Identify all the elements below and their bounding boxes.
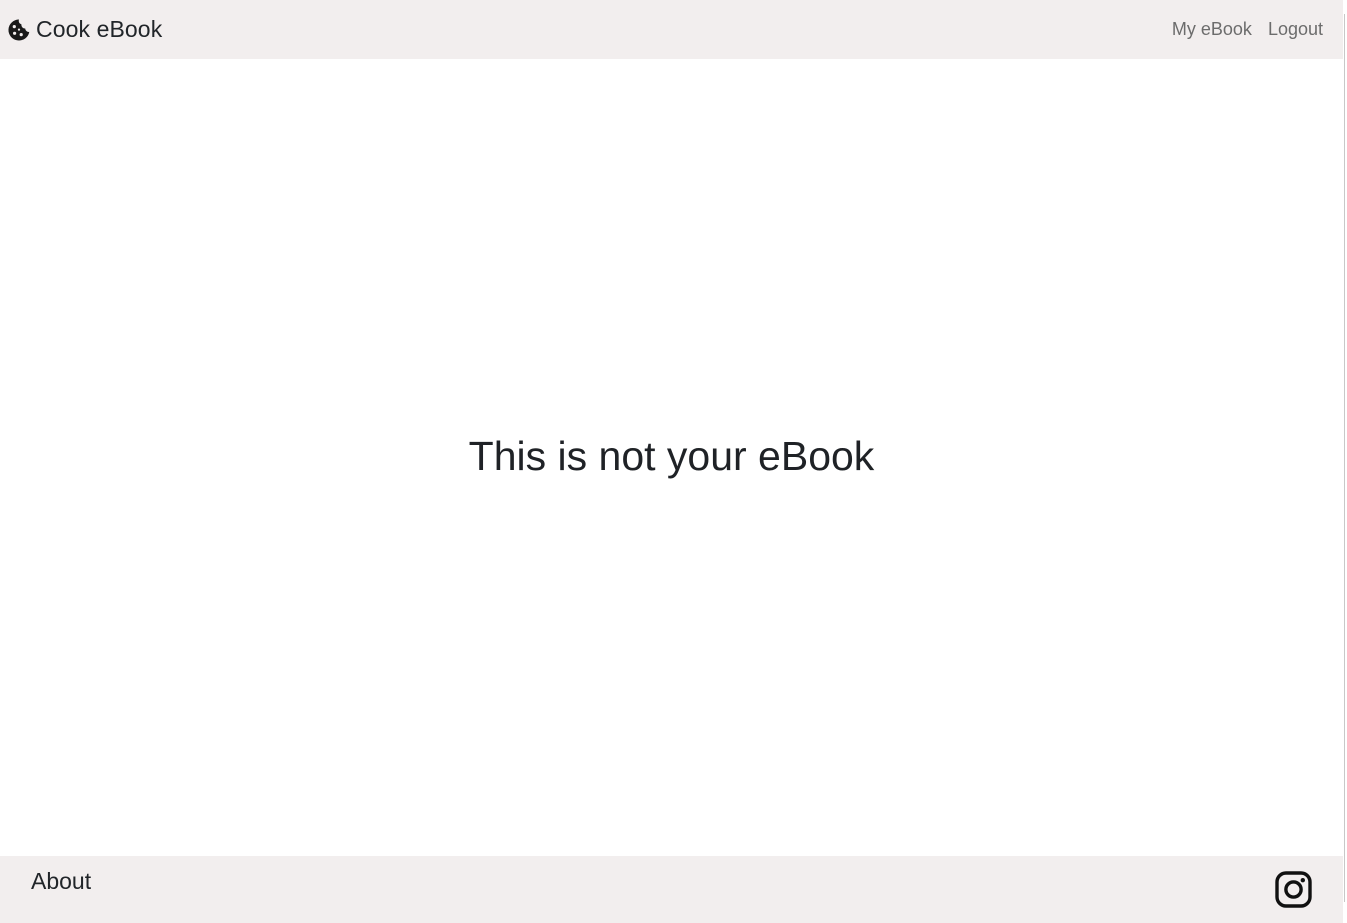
nav-links: My eBook Logout [1156, 19, 1323, 40]
cookie-icon [7, 18, 31, 42]
page: Cook eBook My eBook Logout This is not y… [0, 0, 1347, 923]
navbar: Cook eBook My eBook Logout [0, 0, 1343, 59]
footer-about-link[interactable]: About [31, 868, 91, 895]
main-content: This is not your eBook [0, 59, 1343, 856]
page-message: This is not your eBook [468, 433, 875, 479]
scrollbar-track-line [1344, 14, 1345, 902]
brand-label: Cook eBook [36, 16, 163, 42]
brand-link[interactable]: Cook eBook [7, 18, 162, 42]
footer: About [0, 856, 1343, 923]
instagram-icon[interactable] [1275, 871, 1312, 908]
nav-link-my-ebook[interactable]: My eBook [1172, 19, 1252, 40]
nav-link-logout[interactable]: Logout [1268, 19, 1323, 40]
